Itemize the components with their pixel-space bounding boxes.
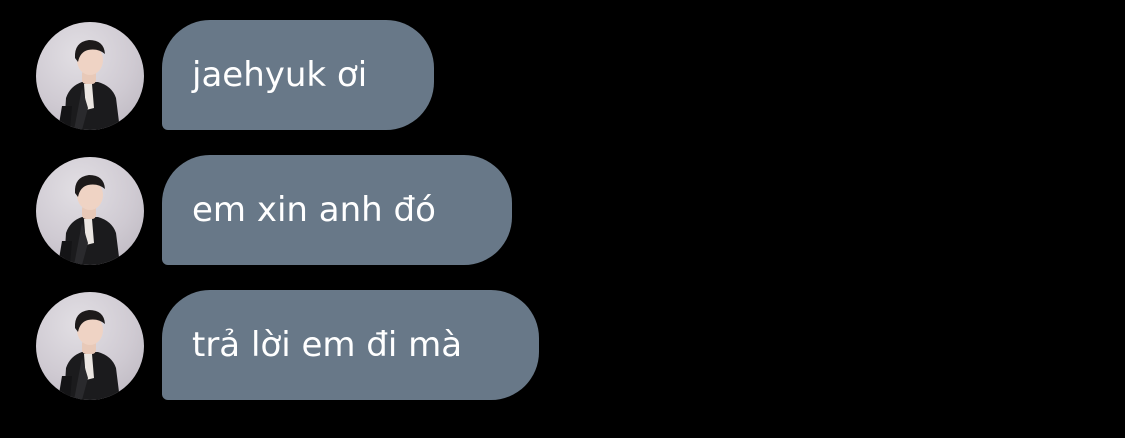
message-bubble[interactable]: em xin anh đó xyxy=(162,155,512,265)
profile-photo-icon xyxy=(58,310,120,400)
sender-avatar[interactable] xyxy=(36,157,144,265)
message-text: jaehyuk ơi xyxy=(192,55,368,95)
sender-avatar[interactable] xyxy=(36,292,144,400)
profile-photo-icon xyxy=(58,40,120,130)
message-bubble[interactable]: jaehyuk ơi xyxy=(162,20,434,130)
message-row: trả lời em đi mà xyxy=(36,290,539,400)
message-text: em xin anh đó xyxy=(192,190,436,230)
message-bubble[interactable]: trả lời em đi mà xyxy=(162,290,539,400)
message-text: trả lời em đi mà xyxy=(192,325,463,365)
message-row: em xin anh đó xyxy=(36,155,512,265)
sender-avatar[interactable] xyxy=(36,22,144,130)
chat-thread: jaehyuk ơi em xin anh đó trả lời em đi m… xyxy=(0,0,1125,438)
profile-photo-icon xyxy=(58,175,120,265)
message-row: jaehyuk ơi xyxy=(36,20,434,130)
